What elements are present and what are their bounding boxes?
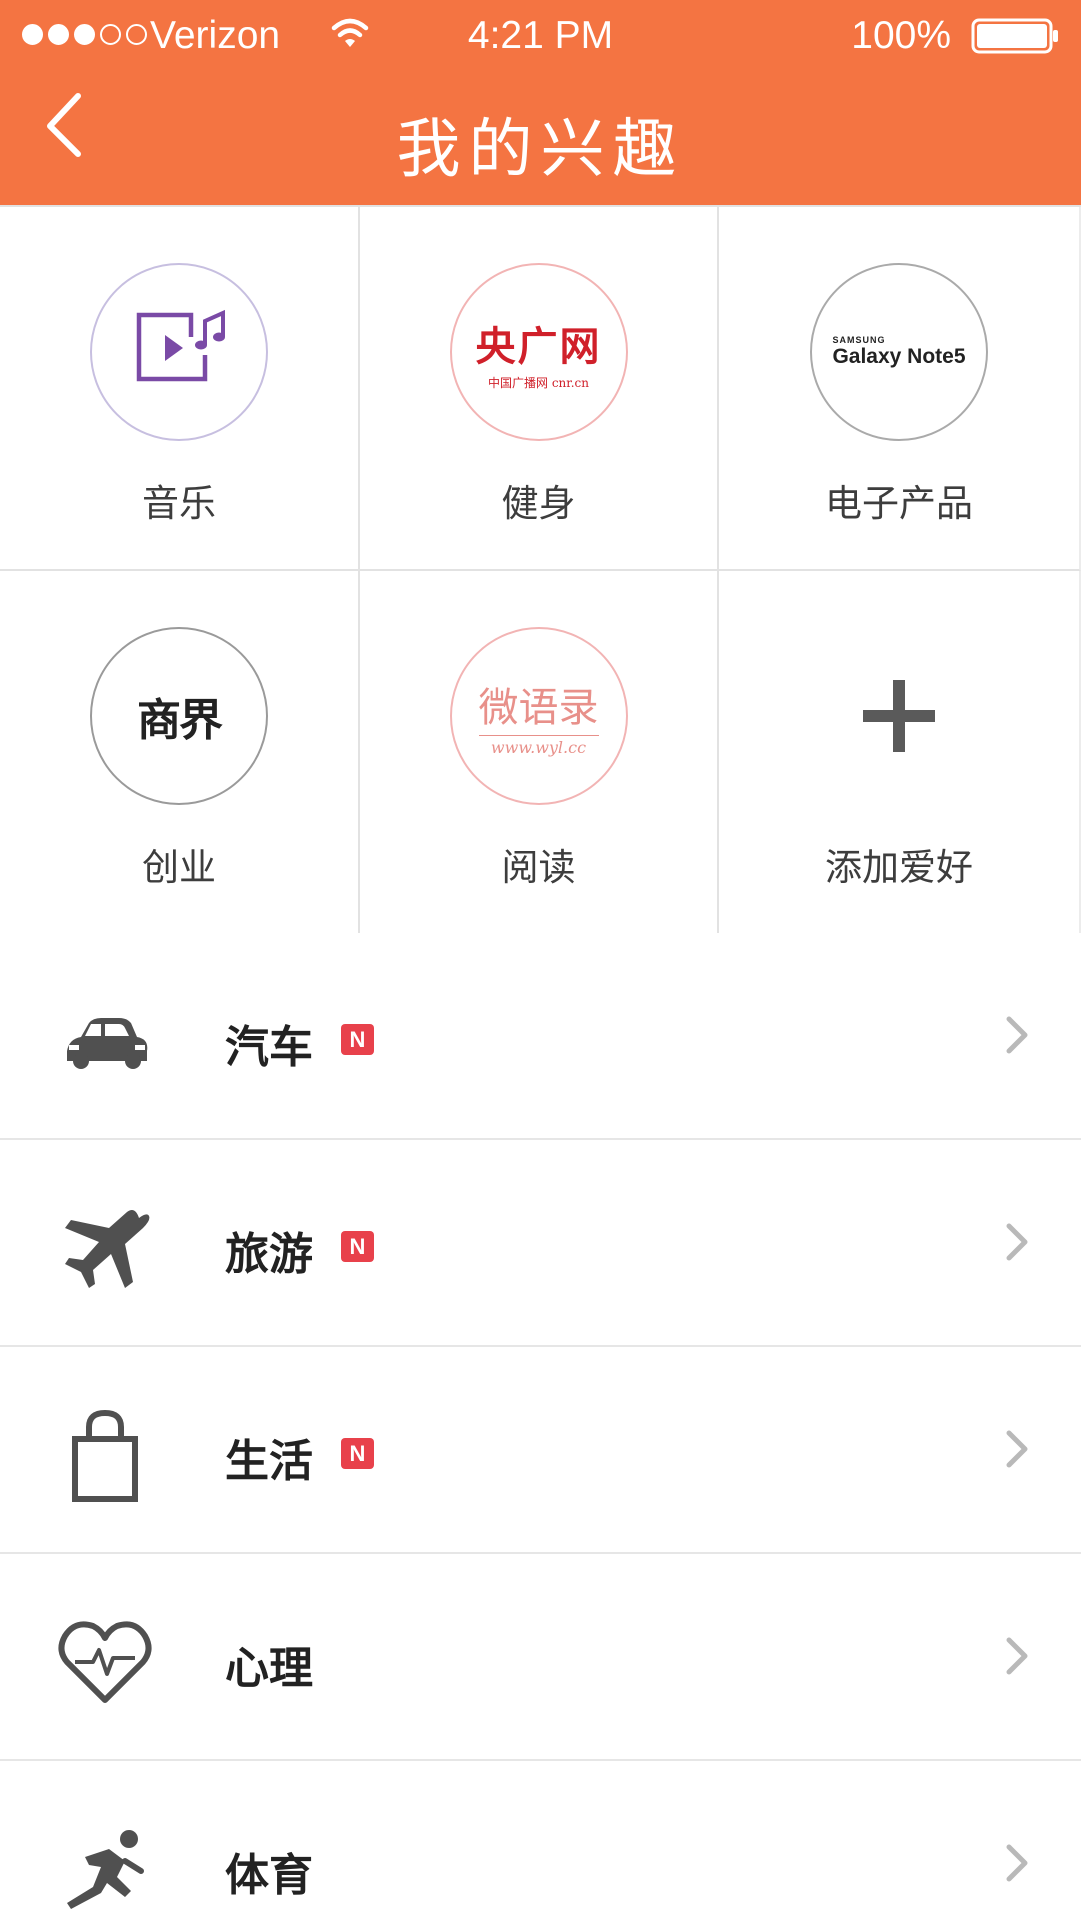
- airplane-icon: [65, 1210, 150, 1288]
- chevron-right-icon: [1006, 1637, 1028, 1675]
- list-item-travel[interactable]: 旅游 N: [0, 1140, 1081, 1347]
- cnr-logo-text: 央广网: [475, 322, 602, 370]
- plus-icon: [810, 627, 988, 805]
- chevron-right-icon: [1006, 1016, 1028, 1054]
- interest-grid: 音乐 央广网 中国广播网 cnr.cn 健身 SAMSUNG Galaxy No…: [0, 205, 1081, 935]
- cnr-logo: 央广网 中国广播网 cnr.cn: [449, 263, 628, 441]
- new-badge: N: [341, 1024, 374, 1055]
- list-item-label: 汽车: [225, 1022, 313, 1073]
- chevron-right-icon: [1006, 1430, 1028, 1468]
- wyl-logo-text: 微语录: [478, 685, 599, 731]
- list-item-car[interactable]: 汽车 N: [0, 933, 1081, 1140]
- add-interest-button[interactable]: 添加爱好: [719, 571, 1081, 935]
- interest-label: 音乐: [142, 482, 216, 525]
- interest-music[interactable]: 音乐: [0, 207, 360, 571]
- status-bar: Verizon 4:21 PM 100%: [0, 0, 1081, 70]
- new-badge: N: [341, 1438, 374, 1469]
- interest-label: 阅读: [501, 846, 576, 889]
- list-item-sports[interactable]: 体育: [0, 1761, 1081, 1921]
- samsung-logo-text: SAMSUNG: [832, 335, 886, 345]
- interest-electronics[interactable]: SAMSUNG Galaxy Note5 电子产品: [719, 207, 1081, 571]
- page-title: 我的兴趣: [396, 113, 685, 187]
- list-item-label: 心理: [225, 1643, 313, 1694]
- interest-logo: [90, 263, 268, 441]
- interest-fitness[interactable]: 央广网 中国广播网 cnr.cn 健身: [360, 207, 719, 571]
- list-item-life[interactable]: 生活 N: [0, 1347, 1081, 1554]
- header: Verizon 4:21 PM 100% 我的兴趣: [0, 0, 1081, 205]
- runner-icon: [67, 1830, 144, 1909]
- interest-label: 创业: [142, 846, 216, 889]
- interest-reading[interactable]: 微语录 www.wyl.cc 阅读: [360, 571, 719, 935]
- shopping-bag-icon: [72, 1409, 138, 1502]
- car-icon: [67, 1018, 148, 1069]
- interest-label: 健身: [501, 482, 576, 525]
- interest-startup[interactable]: 商界 创业: [0, 571, 360, 935]
- category-list: 汽车 N 旅游 N 生活 N 心理 体育: [0, 933, 1081, 1921]
- samsung-galaxy-note5-logo: SAMSUNG Galaxy Note5: [810, 263, 988, 441]
- list-item-label: 生活: [225, 1436, 313, 1487]
- cnr-logo-subtext: 中国广播网 cnr.cn: [488, 375, 589, 390]
- music-video-icon: [136, 309, 225, 382]
- list-item-psychology[interactable]: 心理: [0, 1554, 1081, 1761]
- list-item-label: 旅游: [225, 1229, 313, 1280]
- heart-pulse-icon: [58, 1621, 152, 1703]
- interest-label: 添加爱好: [825, 846, 973, 889]
- chevron-right-icon: [1006, 1844, 1028, 1882]
- list-item-label: 体育: [225, 1850, 313, 1901]
- new-badge: N: [341, 1231, 374, 1262]
- chevron-right-icon: [1006, 1223, 1028, 1261]
- interest-label: 电子产品: [825, 482, 973, 525]
- galaxy-note5-text: Galaxy Note5: [832, 345, 966, 368]
- wyl-logo: 微语录 www.wyl.cc: [449, 627, 628, 805]
- battery-icon: [971, 18, 1058, 54]
- shangjie-logo: 商界: [90, 627, 268, 805]
- shangjie-logo-text: 商界: [137, 695, 223, 746]
- battery-percentage: 100%: [851, 14, 951, 57]
- wyl-logo-subtext: www.wyl.cc: [478, 735, 599, 757]
